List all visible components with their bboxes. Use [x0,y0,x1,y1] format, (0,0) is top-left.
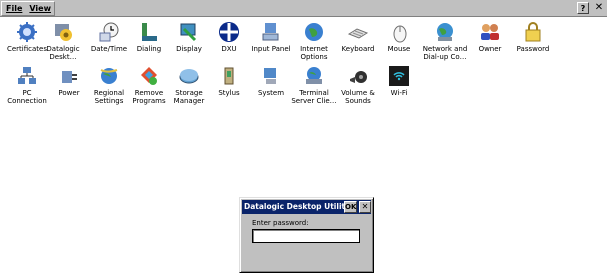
item-password[interactable]: Password [510,21,556,53]
menu-view[interactable]: View [29,4,51,13]
item-mouse[interactable]: Mouse [376,21,422,53]
item-pc-connection[interactable]: PC Connection [4,65,50,105]
item-label: Terminal Server Clie… [291,89,337,105]
password-input[interactable] [252,229,360,243]
item-label: Stylus [218,89,240,97]
mouse-icon [393,25,407,43]
item-dxu[interactable]: DXU [206,21,252,53]
power-icon [62,71,77,83]
item-label: PC Connection [7,89,47,105]
storage-manager-icon [179,69,199,84]
item-label: Owner [478,45,502,53]
datalogic-desktop-icon [55,24,72,41]
help-button[interactable]: ? [577,2,589,14]
item-wifi[interactable]: Wi-Fi [376,65,422,97]
item-label: Network and Dial-up Co… [422,45,468,61]
item-label: Input Panel [251,45,291,53]
owner-icon [481,24,499,40]
menu-bar: File View ? ✕ [0,0,607,17]
volume-sounds-icon [350,71,367,83]
item-label: Mouse [387,45,411,53]
item-network[interactable]: Network and Dial-up Co… [422,21,468,61]
close-button[interactable]: ✕ [593,2,605,14]
item-label: Wi-Fi [390,89,408,97]
password-dialog: Datalogic Desktop Utility OK ✕ Enter pas… [239,197,374,273]
date-time-icon [99,22,119,42]
item-system[interactable]: System [248,65,294,97]
password-prompt: Enter password: [252,219,309,227]
item-datalogic-desktop[interactable]: Datalogic Deskt… [40,21,86,61]
item-label: Datalogic Deskt… [46,45,80,61]
system-icon [264,68,276,84]
regional-settings-icon [100,68,118,84]
dialog-ok-button[interactable]: OK [344,201,357,213]
item-volume-sounds[interactable]: Volume & Sounds [335,65,381,105]
pc-connection-icon [18,67,36,84]
item-stylus[interactable]: Stylus [206,65,252,97]
menu-file[interactable]: File [6,4,22,13]
input-panel-icon [262,23,279,41]
menu-group: File View [1,1,55,16]
item-label: Internet Options [300,45,328,61]
item-label: Password [516,45,550,53]
internet-options-icon [305,23,323,41]
display-icon [180,23,197,42]
item-input-panel[interactable]: Input Panel [248,21,294,53]
item-label: Volume & Sounds [341,89,375,105]
dialing-icon [142,23,157,41]
password-icon [525,22,541,42]
item-internet-options[interactable]: Internet Options [291,21,337,61]
item-terminal-server[interactable]: Terminal Server Clie… [291,65,337,105]
stylus-icon [224,67,234,85]
dialog-close-button[interactable]: ✕ [359,201,371,213]
network-icon [437,23,453,41]
dxu-icon [219,22,239,42]
certificates-icon [17,22,37,42]
item-keyboard[interactable]: Keyboard [335,21,381,53]
item-label: DXU [221,45,237,53]
keyboard-icon [347,28,369,39]
wifi-icon [389,66,409,86]
item-label: Keyboard [341,45,375,53]
item-label: System [257,89,285,97]
remove-programs-icon [141,67,157,85]
item-owner[interactable]: Owner [467,21,513,53]
terminal-server-icon [306,67,322,84]
